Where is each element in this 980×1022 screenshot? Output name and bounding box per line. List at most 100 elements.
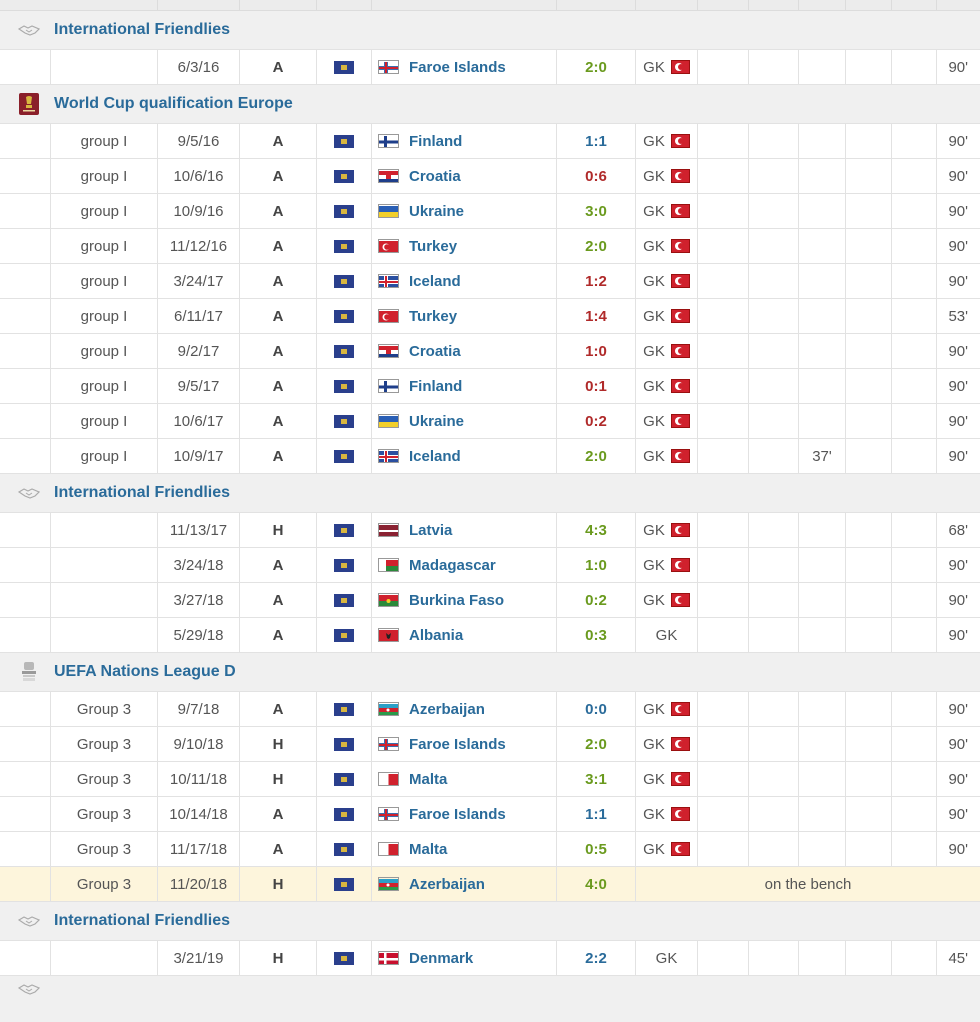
opponent-link[interactable]: Iceland <box>409 273 461 290</box>
team-flag-cell <box>316 229 371 263</box>
opponent-link[interactable]: Faroe Islands <box>409 736 506 753</box>
match-score[interactable]: 3:1 <box>585 771 607 788</box>
opponent-link[interactable]: Faroe Islands <box>409 806 506 823</box>
opponent-link[interactable]: Azerbaijan <box>409 876 485 893</box>
match-score[interactable]: 1:0 <box>585 557 607 574</box>
stat-cell <box>697 334 748 368</box>
match-row[interactable]: 6/3/16 A Faroe Islands 2:0 GK 90' <box>0 49 980 85</box>
opponent-link[interactable]: Faroe Islands <box>409 59 506 76</box>
opponent-link[interactable]: Azerbaijan <box>409 701 485 718</box>
match-row[interactable]: 3/24/18 A Madagascar 1:0 GK 90' <box>0 547 980 582</box>
date-cell: 9/5/16 <box>157 124 239 158</box>
match-row[interactable]: Group 3 11/20/18 H Azerbaijan 4:0 on the benc… <box>0 866 980 902</box>
match-row[interactable]: 5/29/18 A Albania 0:3 GK 90' <box>0 617 980 653</box>
match-row[interactable]: group I 9/5/17 A Finland 0:1 GK 90' <box>0 368 980 403</box>
opponent-link[interactable]: Turkey <box>409 308 457 325</box>
match-score[interactable]: 2:2 <box>585 950 607 967</box>
match-row[interactable]: 11/13/17 H Latvia 4:3 GK 68' <box>0 512 980 547</box>
match-row[interactable]: group I 10/6/16 A Croatia 0:6 GK 90' <box>0 158 980 193</box>
opponent-link[interactable]: Ukraine <box>409 413 464 430</box>
competition-name[interactable]: UEFA Nations League D <box>54 663 236 681</box>
match-score[interactable]: 4:3 <box>585 522 607 539</box>
match-row[interactable]: 3/27/18 A Burkina Faso 0:2 GK 90' <box>0 582 980 617</box>
match-score[interactable]: 0:1 <box>585 378 607 395</box>
match-score[interactable]: 1:4 <box>585 308 607 325</box>
opponent-link[interactable]: Madagascar <box>409 557 496 574</box>
albania-flag-icon <box>378 628 399 642</box>
competition-name[interactable]: International Friendlies <box>54 21 230 39</box>
position-cell: GK <box>635 334 697 368</box>
match-score[interactable]: 0:6 <box>585 168 607 185</box>
competition-name[interactable]: International Friendlies <box>54 912 230 930</box>
competition-name[interactable]: World Cup qualification Europe <box>54 95 293 113</box>
match-row[interactable]: group I 11/12/16 A Turkey 2:0 GK 90' <box>0 228 980 263</box>
captain-icon <box>670 274 690 288</box>
match-row[interactable]: group I 9/2/17 A Croatia 1:0 GK 90' <box>0 333 980 368</box>
opponent-link[interactable]: Finland <box>409 378 462 395</box>
opponent-link[interactable]: Croatia <box>409 343 461 360</box>
opponent-link[interactable]: Ukraine <box>409 203 464 220</box>
match-score[interactable]: 0:5 <box>585 841 607 858</box>
position-label: GK <box>643 307 665 325</box>
match-row[interactable]: Group 3 9/7/18 A Azerbaijan 0:0 GK 90' <box>0 691 980 726</box>
match-score[interactable]: 0:2 <box>585 413 607 430</box>
opponent-link[interactable]: Malta <box>409 771 447 788</box>
position-label: GK <box>643 521 665 539</box>
match-score[interactable]: 1:0 <box>585 343 607 360</box>
opponent-link[interactable]: Turkey <box>409 238 457 255</box>
match-score[interactable]: 1:1 <box>585 806 607 823</box>
team-flag-cell <box>316 832 371 866</box>
opponent-cell: Croatia <box>371 159 556 193</box>
match-score[interactable]: 0:0 <box>585 701 607 718</box>
match-score[interactable]: 2:0 <box>585 238 607 255</box>
match-score[interactable]: 1:2 <box>585 273 607 290</box>
match-score[interactable]: 0:2 <box>585 592 607 609</box>
opponent-cell: Faroe Islands <box>371 727 556 761</box>
opponent-link[interactable]: Malta <box>409 841 447 858</box>
goal-minute: 37' <box>812 447 832 465</box>
match-row[interactable]: group I 3/24/17 A Iceland 1:2 GK 90' <box>0 263 980 298</box>
match-date: 11/17/18 <box>169 840 228 858</box>
competition-name[interactable]: International Friendlies <box>54 484 230 502</box>
stat-cell <box>748 797 798 831</box>
captain-icon <box>670 60 690 74</box>
kosovo-flag-icon <box>334 169 354 183</box>
match-score[interactable]: 4:0 <box>585 876 607 893</box>
stat-cell <box>697 692 748 726</box>
match-score[interactable]: 2:0 <box>585 736 607 753</box>
match-row[interactable]: group I 10/9/17 A Iceland 2:0 GK 37' 90' <box>0 438 980 474</box>
date-cell: 10/9/16 <box>157 194 239 228</box>
opponent-link[interactable]: Albania <box>409 627 463 644</box>
opponent-link[interactable]: Denmark <box>409 950 473 967</box>
group-cell: group I <box>50 334 157 368</box>
match-score[interactable]: 1:1 <box>585 133 607 150</box>
venue-label: A <box>272 237 284 255</box>
minutes-played: 90' <box>948 202 968 220</box>
kosovo-flag-icon <box>334 309 354 323</box>
minutes-played: 90' <box>948 132 968 150</box>
match-row[interactable]: 3/21/19 H Denmark 2:2 GK 45' <box>0 940 980 976</box>
opponent-link[interactable]: Burkina Faso <box>409 592 504 609</box>
match-score[interactable]: 0:3 <box>585 627 607 644</box>
opponent-link[interactable]: Iceland <box>409 448 461 465</box>
match-row[interactable]: Group 3 10/11/18 H Malta 3:1 GK 90' <box>0 761 980 796</box>
opponent-link[interactable]: Finland <box>409 133 462 150</box>
match-score[interactable]: 2:0 <box>585 448 607 465</box>
match-row[interactable]: Group 3 9/10/18 H Faroe Islands 2:0 GK 90' <box>0 726 980 761</box>
match-row[interactable]: group I 10/9/16 A Ukraine 3:0 GK 90' <box>0 193 980 228</box>
match-row[interactable]: Group 3 10/14/18 A Faroe Islands 1:1 GK 90' <box>0 796 980 831</box>
opponent-link[interactable]: Croatia <box>409 168 461 185</box>
match-row[interactable]: group I 10/6/17 A Ukraine 0:2 GK 90' <box>0 403 980 438</box>
match-row[interactable]: group I 9/5/16 A Finland 1:1 GK 90' <box>0 123 980 158</box>
opponent-link[interactable]: Latvia <box>409 522 452 539</box>
match-row[interactable]: Group 3 11/17/18 A Malta 0:5 GK 90' <box>0 831 980 866</box>
stat-cell <box>697 941 748 975</box>
group-cell: Group 3 <box>50 727 157 761</box>
stat-cell <box>845 832 891 866</box>
stat-cell <box>891 50 936 84</box>
goal-cell <box>798 50 845 84</box>
match-row[interactable]: group I 6/11/17 A Turkey 1:4 GK 53' <box>0 298 980 333</box>
venue-label: A <box>272 700 284 718</box>
match-score[interactable]: 2:0 <box>585 59 607 76</box>
match-score[interactable]: 3:0 <box>585 203 607 220</box>
